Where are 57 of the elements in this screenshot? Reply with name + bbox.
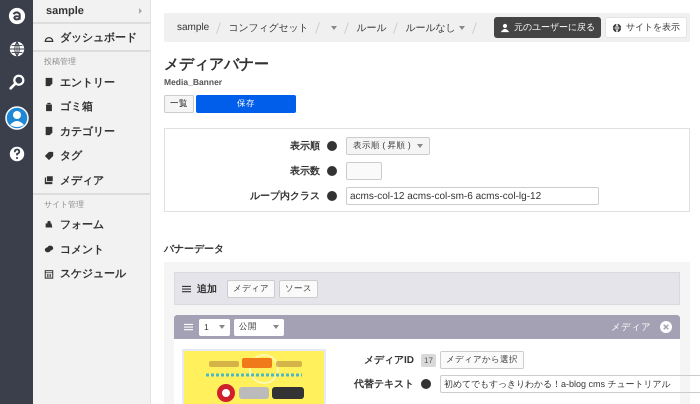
section-title: バナーデータ xyxy=(164,243,225,256)
select-media-button[interactable]: メディアから選択 xyxy=(440,351,524,369)
nav-item[interactable]: タグ xyxy=(33,144,82,168)
user-icon xyxy=(500,22,510,32)
switch-user-button[interactable]: 元のユーザーに戻る xyxy=(494,17,601,38)
nav-item[interactable]: コメント xyxy=(33,237,104,262)
globe-icon[interactable] xyxy=(8,40,26,58)
calendar-icon xyxy=(44,268,54,279)
nav-item[interactable]: メディア xyxy=(33,168,104,192)
nav-item[interactable]: エントリー xyxy=(33,70,115,94)
view-site-button[interactable]: サイトを表示 xyxy=(605,17,687,38)
field-label: 代替テキスト xyxy=(352,378,414,391)
save-button[interactable]: 保存 xyxy=(196,95,296,113)
nav-item[interactable]: スケジュール xyxy=(33,262,126,286)
field-label: メディアID xyxy=(363,354,414,367)
logo-icon[interactable] xyxy=(8,7,26,25)
nav-item[interactable]: ゴミ箱 xyxy=(33,94,93,119)
dashboard-link[interactable]: ダッシュボード xyxy=(33,25,137,50)
search-icon[interactable] xyxy=(8,73,26,91)
site-selector[interactable]: sample xyxy=(33,0,150,24)
order-select[interactable]: 1 xyxy=(199,318,230,336)
breadcrumb-link[interactable]: ルール xyxy=(356,20,386,34)
drag-handle-icon[interactable] xyxy=(184,323,193,331)
add-type-button[interactable]: メディア xyxy=(227,280,275,298)
tag-icon xyxy=(44,150,54,161)
page-subtitle: Media_Banner xyxy=(164,77,224,87)
list-button[interactable]: 一覧 xyxy=(164,95,194,113)
nav-item[interactable]: フォーム xyxy=(33,212,104,237)
globe-icon xyxy=(612,22,622,32)
file-icon xyxy=(44,126,54,136)
item-type-label: メディア xyxy=(611,320,651,334)
field-label: 表示順 xyxy=(289,140,320,153)
caret-icon[interactable] xyxy=(459,26,466,30)
status-select[interactable]: 公開 xyxy=(234,318,284,336)
image-icon xyxy=(44,175,54,186)
input-field[interactable] xyxy=(346,162,382,180)
nav-item[interactable]: カテゴリー xyxy=(33,119,115,144)
menu-icon[interactable] xyxy=(182,284,191,292)
page-title: メディアバナー xyxy=(164,55,270,74)
add-label: 追加 xyxy=(197,282,217,296)
field-label: 表示数 xyxy=(289,164,320,178)
add-type-button[interactable]: ソース xyxy=(279,280,318,298)
chat-icon xyxy=(44,244,54,254)
section-label: サイト管理 xyxy=(33,192,150,212)
avatar-icon[interactable] xyxy=(4,106,28,130)
breadcrumb-link[interactable]: コンフィグセット xyxy=(228,20,308,34)
breadcrumb-link[interactable]: ルールなし xyxy=(405,20,456,34)
section-label: 投稿管理 xyxy=(33,50,150,70)
input-field[interactable]: 初めてでもすっきりわかる！a-blog cms チュートリアル xyxy=(440,375,700,393)
media-id-badge: 17 xyxy=(421,354,436,366)
sort-select[interactable]: 表示順 ( 昇順 ) xyxy=(346,137,430,155)
caret-icon[interactable] xyxy=(331,26,338,30)
trash-icon xyxy=(44,102,54,112)
input-field[interactable]: acms-col-12 acms-col-sm-6 acms-col-lg-12 xyxy=(346,187,599,205)
file-icon xyxy=(44,77,54,88)
breadcrumb-link[interactable]: sample xyxy=(177,22,210,33)
field-label: ループ内クラス xyxy=(249,189,320,203)
